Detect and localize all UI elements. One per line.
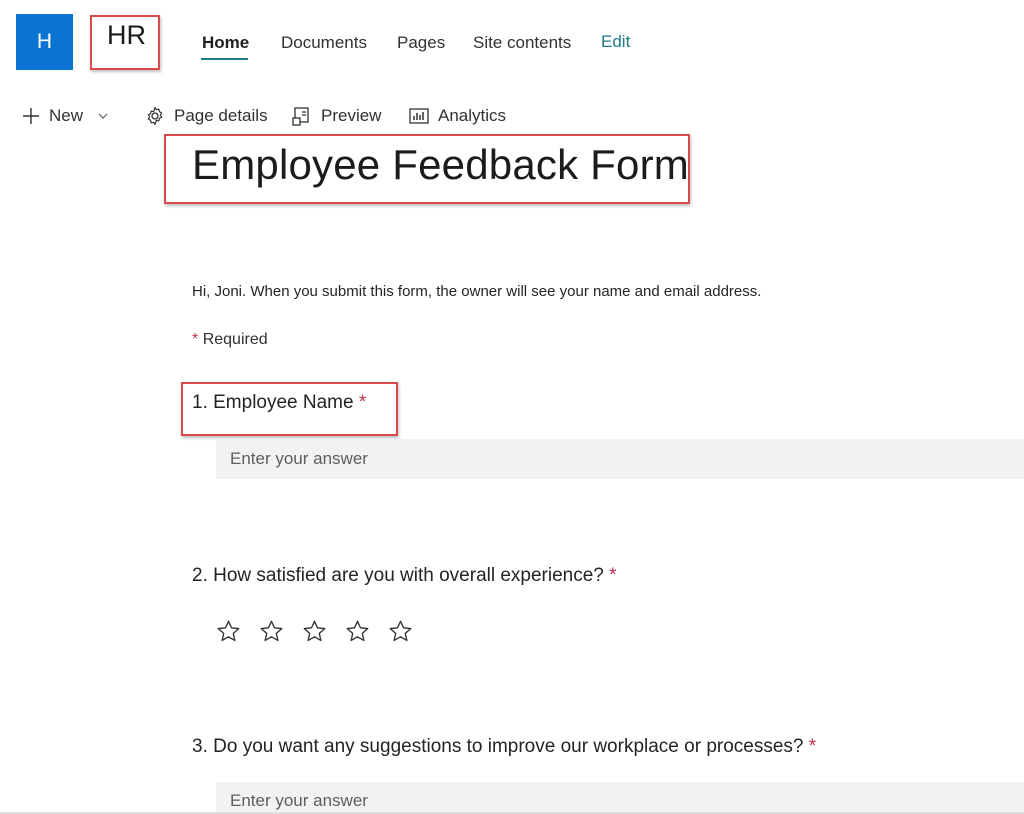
question-2-required: * [609,565,617,586]
question-3-text: 3. Do you want any suggestions to improv… [192,736,804,757]
preview-label: Preview [321,106,382,125]
required-asterisk: * [192,331,199,348]
new-button[interactable]: New [22,106,109,126]
page-details-label: Page details [174,106,268,125]
page-details-button[interactable]: Page details [145,106,268,126]
star-outline-icon[interactable] [216,619,241,644]
analytics-button[interactable]: Analytics [409,106,506,126]
site-logo-letter: H [36,30,53,53]
question-1-text: 1. Employee Name [192,392,354,413]
question-2-label: 2. How satisfied are you with overall ex… [192,565,617,587]
question-1-required: * [358,392,367,413]
new-button-label: New [49,106,84,125]
star-outline-icon[interactable] [388,619,413,644]
analytics-label: Analytics [438,106,507,125]
site-logo[interactable]: H [16,14,73,70]
star-outline-icon[interactable] [259,619,284,644]
preview-icon [292,107,309,126]
nav-pages[interactable]: Pages [397,33,445,53]
nav-site-contents[interactable]: Site contents [473,33,571,53]
chevron-down-icon [98,113,108,119]
nav-home[interactable]: Home [202,33,249,53]
employee-name-input[interactable] [216,439,1024,479]
question-1-label: 1. Employee Name * [192,392,366,414]
page-title: Employee Feedback Form [192,141,689,188]
nav-documents[interactable]: Documents [281,33,367,53]
analytics-icon [409,108,429,124]
suggestions-input[interactable] [216,782,1024,812]
required-note: * Required [192,331,268,349]
question-3-required: * [808,736,817,757]
star-outline-icon[interactable] [345,619,370,644]
nav-edit[interactable]: Edit [601,32,630,52]
plus-icon [23,108,39,124]
preview-button[interactable]: Preview [292,106,381,126]
question-2-text: 2. How satisfied are you with overall ex… [192,565,604,586]
star-outline-icon[interactable] [302,619,327,644]
question-3-label: 3. Do you want any suggestions to improv… [192,736,816,758]
gear-icon [147,106,163,126]
satisfaction-rating [216,619,413,644]
form-intro-text: Hi, Joni. When you submit this form, the… [192,283,762,300]
nav-active-indicator [201,58,248,60]
required-label: Required [202,331,268,348]
site-title[interactable]: HR [107,20,146,51]
